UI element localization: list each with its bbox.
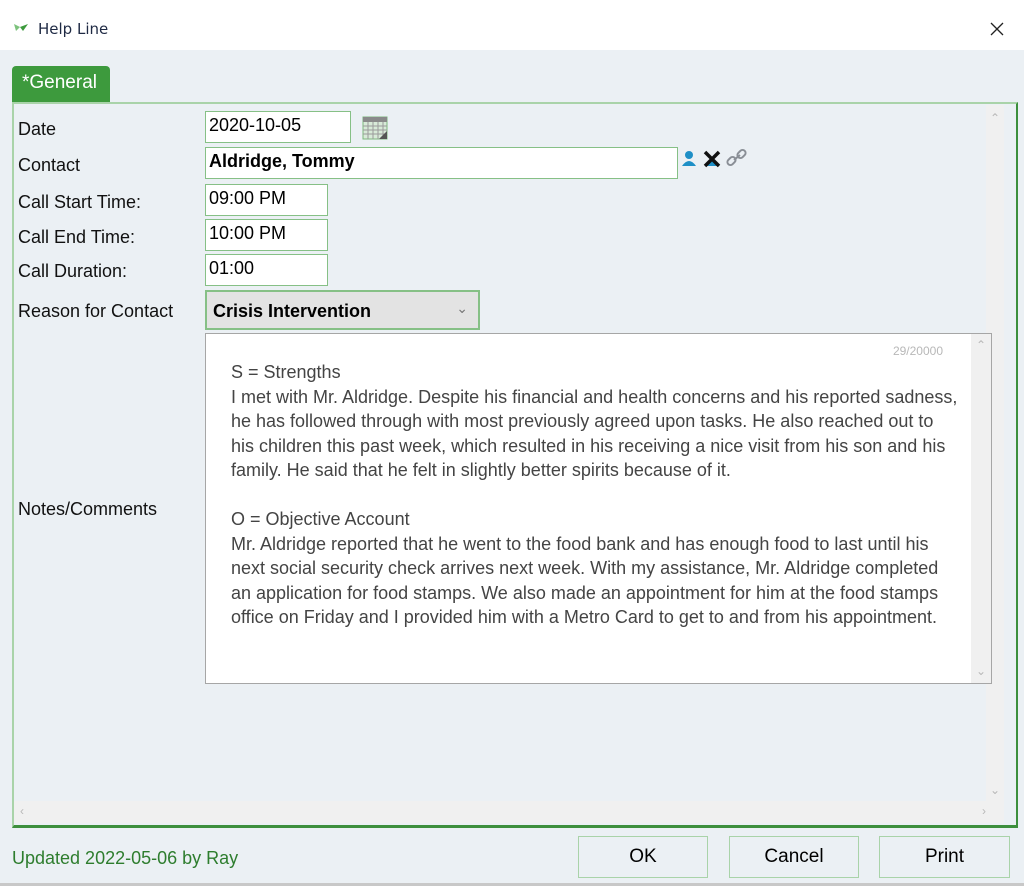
- scroll-down-icon[interactable]: ⌄: [990, 783, 1000, 797]
- scroll-right-icon[interactable]: ›: [982, 804, 986, 818]
- reason-select-value: Crisis Intervention: [213, 301, 372, 321]
- cancel-button[interactable]: Cancel: [729, 836, 859, 878]
- tab-general[interactable]: *General: [12, 66, 110, 102]
- call-start-field[interactable]: 09:00 PM: [205, 184, 328, 216]
- date-label: Date: [18, 119, 57, 139]
- title-bar: Help Line: [0, 0, 1024, 50]
- ok-button[interactable]: OK: [578, 836, 708, 878]
- call-end-field[interactable]: 10:00 PM: [205, 219, 328, 251]
- contact-label: Contact: [18, 155, 81, 175]
- call-duration-label: Call Duration:: [18, 261, 128, 281]
- panel-horizontal-scrollbar[interactable]: ‹ ›: [14, 801, 1004, 823]
- clear-x-icon[interactable]: [702, 150, 722, 168]
- reason-label: Reason for Contact: [18, 301, 174, 321]
- contact-field[interactable]: Aldridge, Tommy: [205, 147, 678, 179]
- date-field[interactable]: 2020-10-05: [205, 111, 351, 143]
- window-title: Help Line: [38, 20, 109, 38]
- notes-text[interactable]: S = Strengths I met with Mr. Aldridge. D…: [231, 360, 961, 630]
- scroll-down-icon[interactable]: ⌄: [976, 664, 986, 678]
- close-button[interactable]: [982, 14, 1012, 44]
- scroll-left-icon[interactable]: ‹: [20, 804, 24, 818]
- notes-scrollbar[interactable]: ⌃ ⌄: [971, 334, 991, 683]
- leaf-icon: [14, 24, 28, 31]
- call-end-label: Call End Time:: [18, 227, 136, 247]
- reason-select[interactable]: Crisis Intervention ⌄: [205, 290, 480, 330]
- person-icon[interactable]: [681, 150, 697, 166]
- call-duration-field[interactable]: 01:00: [205, 254, 328, 286]
- notes-label: Notes/Comments: [18, 499, 158, 519]
- calendar-icon[interactable]: [362, 116, 388, 140]
- notes-textarea[interactable]: 29/20000 S = Strengths I met with Mr. Al…: [205, 333, 992, 684]
- scroll-up-icon[interactable]: ⌃: [976, 338, 986, 352]
- updated-status: Updated 2022-05-06 by Ray: [12, 848, 239, 868]
- print-button[interactable]: Print: [879, 836, 1010, 878]
- chevron-down-icon: ⌄: [456, 300, 468, 316]
- call-start-label: Call Start Time:: [18, 192, 142, 212]
- scroll-up-icon[interactable]: ⌃: [990, 111, 1000, 125]
- character-counter: 29/20000: [892, 344, 943, 358]
- close-icon: [990, 22, 1004, 36]
- link-icon[interactable]: [726, 148, 748, 168]
